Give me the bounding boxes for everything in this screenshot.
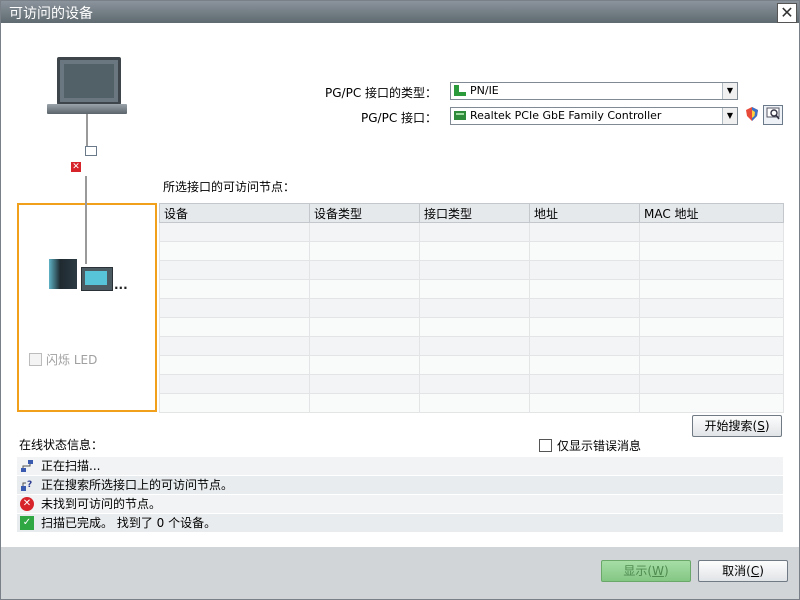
dialog-title: 可访问的设备 xyxy=(9,6,93,22)
more-devices-icon: ... xyxy=(114,278,128,292)
network-port-icon xyxy=(85,146,97,156)
show-label: 显示 xyxy=(623,564,648,578)
chevron-down-icon[interactable]: ▼ xyxy=(722,108,737,124)
cancel-accel: C xyxy=(750,564,760,578)
check-icon: ✓ xyxy=(20,516,34,530)
start-search-button[interactable]: 开始搜索(S) xyxy=(692,415,782,437)
status-message-list: 正在扫描... ? 正在搜索所选接口上的可访问节点。 ✕ 未找到可访问的节点。 … xyxy=(17,457,783,533)
column-header-address[interactable]: 地址 xyxy=(529,203,640,223)
status-message-text: 正在扫描... xyxy=(41,459,101,473)
table-row xyxy=(159,222,784,242)
table-row xyxy=(159,298,784,318)
checkbox-box[interactable] xyxy=(539,439,552,452)
network-card-icon xyxy=(454,110,466,121)
hmi-device-icon xyxy=(81,267,113,291)
svg-text:?: ? xyxy=(27,480,32,490)
table-row xyxy=(159,260,784,280)
close-button[interactable]: ✕ xyxy=(777,3,797,23)
column-header-device[interactable]: 设备 xyxy=(159,203,310,223)
diagnostics-search-icon[interactable] xyxy=(763,105,783,125)
interface-type-label: PG/PC 接口的类型： xyxy=(325,86,438,100)
checkbox-box[interactable] xyxy=(29,353,42,366)
network-search-icon: ? xyxy=(20,478,34,492)
status-message-text: 未找到可访问的节点。 xyxy=(41,497,162,511)
column-header-interface-type[interactable]: 接口类型 xyxy=(419,203,530,223)
table-row xyxy=(159,279,784,299)
table-row xyxy=(159,393,784,413)
errors-only-label: 仅显示错误消息 xyxy=(557,439,642,453)
accessible-nodes-table: 设备 设备类型 接口类型 地址 MAC 地址 xyxy=(159,203,784,413)
online-status-title: 在线状态信息： xyxy=(19,438,104,452)
interface-value: Realtek PCIe GbE Family Controller xyxy=(470,109,662,122)
status-message: 正在扫描... xyxy=(17,457,783,476)
network-scan-icon xyxy=(20,459,34,473)
table-row xyxy=(159,336,784,356)
flash-led-checkbox[interactable]: 闪烁 LED xyxy=(29,351,97,368)
accessible-devices-dialog: 可访问的设备 ✕ ✕ ... 闪烁 LED PG/PC 接口的类型： PN/IE… xyxy=(0,0,800,600)
table-row xyxy=(159,317,784,337)
flash-led-label: 闪烁 LED xyxy=(46,353,98,367)
status-message: ✕ 未找到可访问的节点。 xyxy=(17,495,783,514)
interface-type-select[interactable]: PN/IE ▼ xyxy=(450,82,738,100)
chevron-down-icon[interactable]: ▼ xyxy=(722,83,737,99)
start-search-accel: S xyxy=(757,419,765,433)
nodes-table-body xyxy=(159,222,784,413)
show-accel: W xyxy=(652,564,664,578)
errors-only-checkbox[interactable]: 仅显示错误消息 xyxy=(539,437,641,454)
status-message: ✓ 扫描已完成。 找到了 0 个设备。 xyxy=(17,514,783,533)
table-row xyxy=(159,355,784,375)
properties-shield-icon[interactable] xyxy=(743,106,761,124)
status-message-text: 扫描已完成。 找到了 0 个设备。 xyxy=(41,516,217,530)
interface-type-value: PN/IE xyxy=(470,84,499,97)
status-message: ? 正在搜索所选接口上的可访问节点。 xyxy=(17,476,783,495)
interface-select[interactable]: Realtek PCIe GbE Family Controller ▼ xyxy=(450,107,738,125)
target-device-panel xyxy=(17,203,157,412)
error-icon: ✕ xyxy=(20,497,34,511)
accessible-nodes-title: 所选接口的可访问节点： xyxy=(163,180,296,194)
column-header-device-type[interactable]: 设备类型 xyxy=(309,203,420,223)
table-row xyxy=(159,374,784,394)
pgpc-computer-icon xyxy=(57,57,121,105)
title-bar: 可访问的设备 ✕ xyxy=(1,1,799,23)
pn-ie-icon xyxy=(454,85,466,96)
connection-error-icon: ✕ xyxy=(71,162,81,172)
table-row xyxy=(159,241,784,261)
interface-label: PG/PC 接口： xyxy=(361,111,438,125)
column-header-mac-address[interactable]: MAC 地址 xyxy=(639,203,784,223)
laptop-base xyxy=(47,104,127,114)
start-search-label: 开始搜索 xyxy=(704,419,753,433)
cancel-label: 取消 xyxy=(722,564,747,578)
status-message-text: 正在搜索所选接口上的可访问节点。 xyxy=(41,478,234,492)
network-cable-to-device xyxy=(85,176,87,264)
cancel-button[interactable]: 取消(C) xyxy=(698,560,788,582)
plc-device-icon xyxy=(49,259,77,289)
show-button[interactable]: 显示(W) xyxy=(601,560,691,582)
